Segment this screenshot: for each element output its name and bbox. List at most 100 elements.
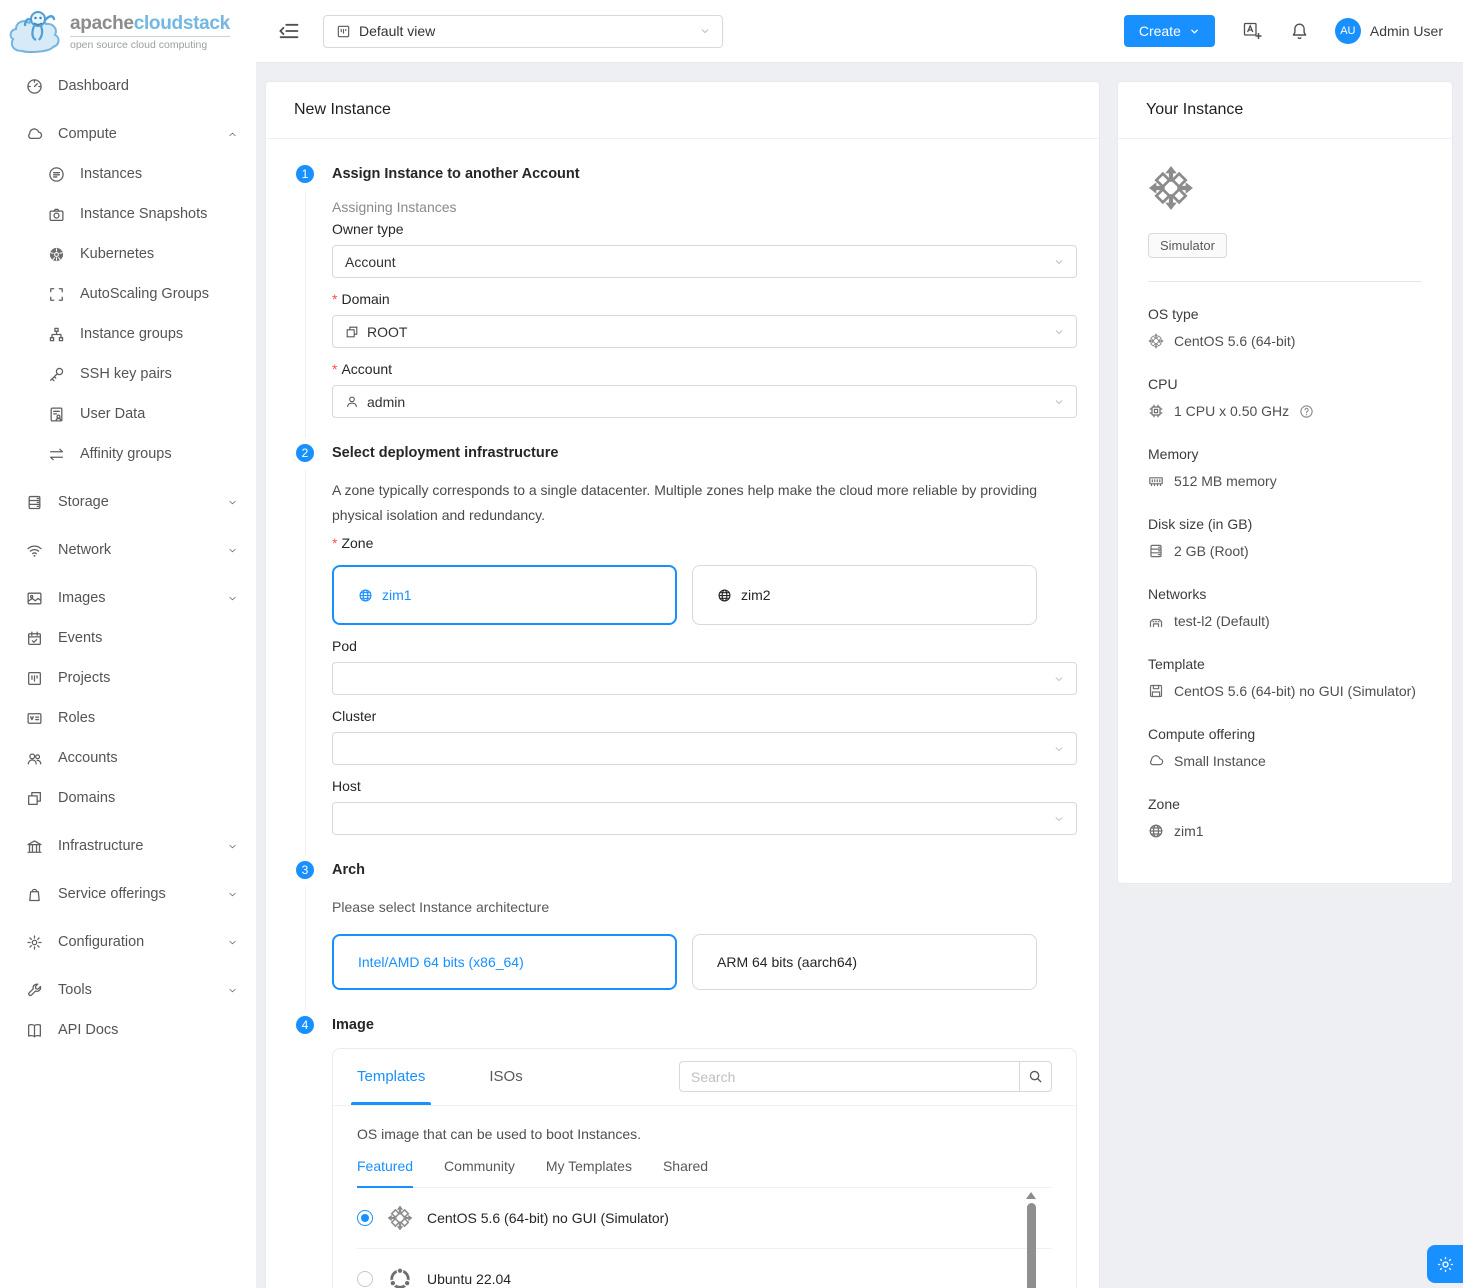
- zone-card-zim1[interactable]: zim1: [332, 565, 677, 625]
- section-value-row: zim1: [1148, 823, 1422, 839]
- sidebar-item-service-offerings[interactable]: Service offerings: [0, 874, 256, 914]
- sidebar-item-infrastructure[interactable]: Infrastructure: [0, 826, 256, 866]
- arch-card-x86-64[interactable]: Intel/AMD 64 bits (x86_64): [332, 934, 677, 990]
- arch-card-aarch64[interactable]: ARM 64 bits (aarch64): [692, 934, 1037, 990]
- kubernetes-icon: [48, 246, 65, 263]
- filter-tab-my-templates[interactable]: My Templates: [546, 1158, 632, 1187]
- section-value-row: test-l2 (Default): [1148, 613, 1422, 629]
- view-selector[interactable]: Default view: [323, 15, 723, 48]
- sidebar-item-autoscaling-groups[interactable]: AutoScaling Groups: [0, 274, 256, 314]
- section-value: 512 MB memory: [1174, 473, 1277, 489]
- sidebar-item-dashboard[interactable]: Dashboard: [0, 66, 256, 106]
- sidebar-item-instances[interactable]: Instances: [0, 154, 256, 194]
- sidebar-item-configuration[interactable]: Configuration: [0, 922, 256, 962]
- sidebar-item-images[interactable]: Images: [0, 578, 256, 618]
- sidebar-item-compute[interactable]: Compute: [0, 114, 256, 154]
- cloudstack-logo[interactable]: apachecloudstack open source cloud compu…: [0, 0, 256, 64]
- chevron-down-icon: [1053, 673, 1065, 685]
- sidebar-item-tools[interactable]: Tools: [0, 970, 256, 1010]
- step-image: 4 Image Templates ISOs OS image that can…: [296, 1016, 1077, 1288]
- pod-select[interactable]: [332, 662, 1077, 695]
- sidebar-item-events[interactable]: Events: [0, 618, 256, 658]
- template-row[interactable]: CentOS 5.6 (64-bit) no GUI (Simulator): [357, 1188, 1052, 1249]
- section-label: CPU: [1148, 376, 1422, 392]
- sidebar-item-affinity-groups[interactable]: Affinity groups: [0, 434, 256, 474]
- avatar[interactable]: AU: [1335, 18, 1361, 44]
- sidebar-item-projects[interactable]: Projects: [0, 658, 256, 698]
- filter-tab-featured[interactable]: Featured: [357, 1158, 413, 1187]
- filter-tab-shared[interactable]: Shared: [663, 1158, 708, 1187]
- sidebar-item-network[interactable]: Network: [0, 530, 256, 570]
- sidebar-item-label: Service offerings: [58, 886, 166, 902]
- cluster-select[interactable]: [332, 732, 1077, 765]
- step-badge: 4: [296, 1016, 314, 1034]
- filter-tab-community[interactable]: Community: [444, 1158, 515, 1187]
- team-icon: [26, 750, 43, 767]
- template-row[interactable]: Ubuntu 22.04: [357, 1249, 1052, 1288]
- wifi-icon: [26, 542, 43, 559]
- host-select[interactable]: [332, 802, 1077, 835]
- search-input[interactable]: [679, 1061, 1019, 1092]
- chevron-down-icon: [1053, 396, 1065, 408]
- user-icon: [345, 395, 359, 409]
- globe-icon: [1148, 823, 1164, 839]
- section-value: 2 GB (Root): [1174, 543, 1249, 559]
- scroll-up-arrow-icon[interactable]: [1026, 1192, 1036, 1199]
- section-label: OS type: [1148, 306, 1422, 322]
- tab-templates[interactable]: Templates: [357, 1048, 425, 1105]
- translate-icon[interactable]: [1243, 22, 1262, 41]
- sidebar-item-label: Dashboard: [58, 78, 129, 94]
- list-scrollbar[interactable]: [1026, 1192, 1036, 1288]
- divider: [1148, 281, 1422, 282]
- notification-bell-icon[interactable]: [1290, 22, 1309, 41]
- sidebar-item-instance-groups[interactable]: Instance groups: [0, 314, 256, 354]
- user-name[interactable]: Admin User: [1370, 23, 1443, 39]
- instance-summary-sections: OS typeCentOS 5.6 (64-bit)CPU1 CPU x 0.5…: [1148, 306, 1422, 839]
- step-deployment-infrastructure: 2 Select deployment infrastructure A zon…: [296, 444, 1077, 835]
- sidebar-item-api-docs[interactable]: API Docs: [0, 1010, 256, 1050]
- settings-fab[interactable]: [1427, 1245, 1463, 1283]
- sidebar-item-accounts[interactable]: Accounts: [0, 738, 256, 778]
- compute-icon: [26, 126, 43, 143]
- sidebar-item-label: Accounts: [58, 750, 118, 766]
- camera-icon: [48, 206, 65, 223]
- your-instance-title: Your Instance: [1118, 82, 1452, 139]
- centos-logo-icon: [387, 1205, 413, 1231]
- help-circle-icon[interactable]: [1299, 404, 1314, 419]
- sidebar-item-roles[interactable]: Roles: [0, 698, 256, 738]
- section-value: CentOS 5.6 (64-bit): [1174, 333, 1295, 349]
- section-value-row: CentOS 5.6 (64-bit) no GUI (Simulator): [1148, 683, 1422, 699]
- arch-label: ARM 64 bits (aarch64): [717, 954, 857, 970]
- template-radio[interactable]: [357, 1271, 373, 1287]
- sidebar-item-user-data[interactable]: User Data: [0, 394, 256, 434]
- globe-icon: [358, 588, 373, 603]
- template-radio[interactable]: [357, 1210, 373, 1226]
- page-title: New Instance: [266, 82, 1099, 139]
- sidebar-item-label: Affinity groups: [80, 446, 172, 462]
- step-title: Select deployment infrastructure: [332, 444, 1077, 462]
- zone-card-zim2[interactable]: zim2: [692, 565, 1037, 625]
- cloud-icon: [1148, 753, 1164, 769]
- cluster-label: Cluster: [332, 708, 1077, 724]
- sidebar-item-instance-snapshots[interactable]: Instance Snapshots: [0, 194, 256, 234]
- logo-text: apachecloudstack open source cloud compu…: [70, 13, 230, 51]
- tab-isos[interactable]: ISOs: [489, 1048, 522, 1105]
- view-selector-value: Default view: [359, 23, 435, 39]
- account-select[interactable]: admin: [332, 385, 1077, 418]
- scrollbar-thumb[interactable]: [1027, 1203, 1036, 1288]
- sidebar-item-domains[interactable]: Domains: [0, 778, 256, 818]
- menu-fold-icon[interactable]: [278, 22, 299, 40]
- domains-icon: [26, 790, 43, 807]
- sidebar-item-ssh-key-pairs[interactable]: SSH key pairs: [0, 354, 256, 394]
- create-button[interactable]: Create: [1124, 15, 1215, 47]
- caret-up-icon: [227, 129, 238, 140]
- domain-select[interactable]: ROOT: [332, 315, 1077, 348]
- summary-section-zone: Zonezim1: [1148, 796, 1422, 839]
- owner-type-select[interactable]: Account: [332, 245, 1077, 278]
- key-icon: [48, 366, 65, 383]
- sidebar-item-label: Domains: [58, 790, 115, 806]
- sidebar-item-kubernetes[interactable]: Kubernetes: [0, 234, 256, 274]
- step-title: Assign Instance to another Account: [332, 165, 1077, 183]
- search-button[interactable]: [1019, 1061, 1052, 1092]
- sidebar-item-storage[interactable]: Storage: [0, 482, 256, 522]
